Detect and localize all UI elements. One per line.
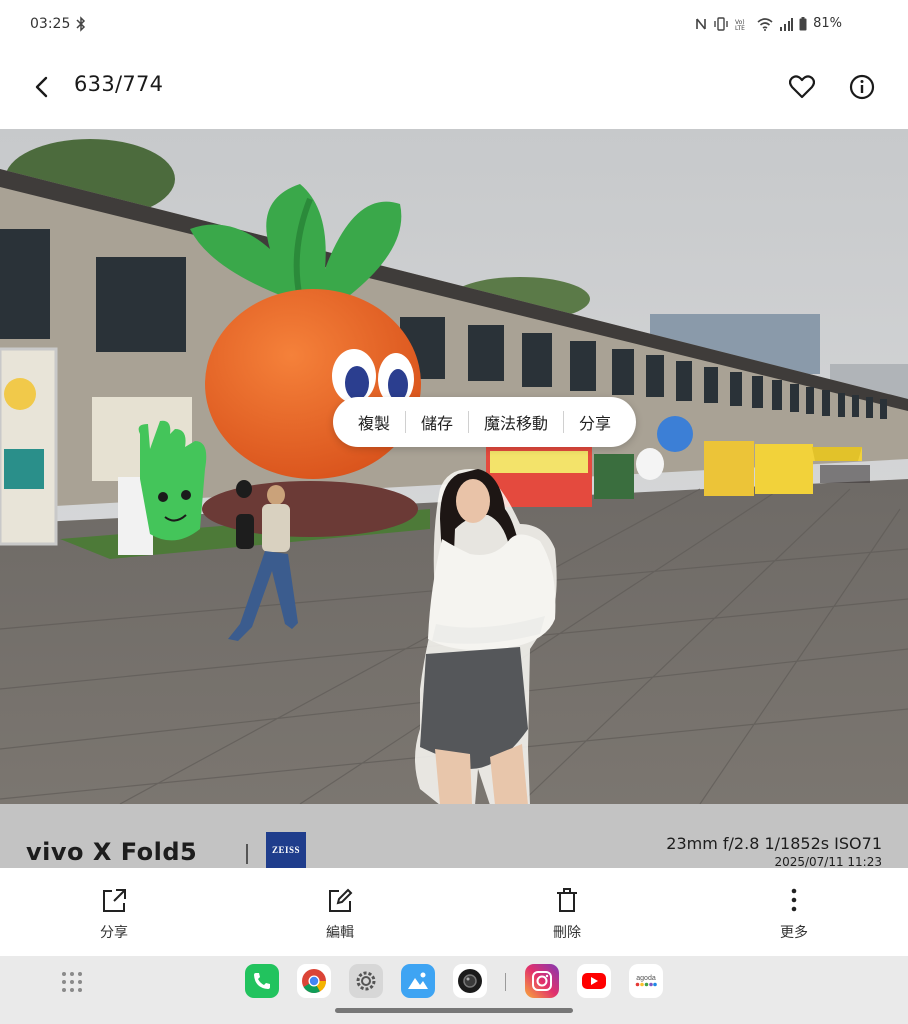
phone-app-icon[interactable] [245,964,279,998]
popup-save-button[interactable]: 儲存 [406,410,468,434]
lte-icon: Vo)LTE [735,19,745,31]
popup-magic-move-button[interactable]: 魔法移動 [469,410,563,434]
popup-share-button[interactable]: 分享 [564,410,626,434]
share-icon [103,889,126,912]
photo-counter: 633/774 [74,72,164,96]
agoda-app-icon[interactable]: agoda [629,964,663,998]
youtube-app-icon[interactable] [577,964,611,998]
watermark-datetime: 2025/07/11 11:23 [774,855,882,869]
back-arrow-icon [35,76,48,98]
zeiss-logo: ZEISS [266,832,306,868]
battery-icon [799,16,807,30]
delete-button[interactable]: 刪除 [527,886,607,942]
bluetooth-icon [76,16,86,32]
photo-viewer[interactable] [0,129,908,804]
share-button[interactable]: 分享 [74,886,154,942]
agoda-wordmark: agoda [636,975,656,982]
instagram-app-icon[interactable] [525,964,559,998]
camera-watermark: vivo X Fold5 ZEISS 23mm f/2.8 1/1852s IS… [0,804,908,869]
more-button[interactable]: 更多 [754,886,834,942]
edit-button[interactable]: 編輯 [300,886,380,942]
home-indicator[interactable] [335,1008,573,1013]
vibrate-icon [714,16,728,31]
heart-icon [789,75,815,99]
instagram-camera-icon [532,971,552,991]
taskbar: agoda [0,956,908,1024]
settings-app-icon[interactable] [349,964,383,998]
app-drawer-icon[interactable] [60,970,84,994]
delete-label: 刪除 [553,925,581,941]
watermark-divider [246,844,248,864]
camera-lens-icon [458,969,482,993]
mountain-photo-icon [408,972,428,989]
photo-image [0,129,908,804]
more-label: 更多 [780,925,808,941]
status-bar: 03:25 Vo) LTE 81% [0,0,908,50]
status-time: 03:25 [30,16,71,32]
context-popup-menu: 複製 儲存 魔法移動 分享 [333,397,636,447]
agoda-dots-icon [635,982,657,987]
nfc-icon [696,18,706,29]
info-icon [849,74,875,100]
gallery-app-icon[interactable] [401,964,435,998]
status-icons: Vo) LTE 81% [695,16,842,31]
edit-label: 編輯 [326,925,354,941]
watermark-brand: vivo X Fold5 [26,838,198,866]
signal-icon [780,17,794,31]
camera-app-icon[interactable] [453,964,487,998]
more-vertical-icon [791,888,797,912]
info-button[interactable] [845,70,879,104]
back-button[interactable] [26,72,56,102]
svg-text:LTE: LTE [735,25,745,31]
viewer-header: 633/774 [0,50,908,128]
trash-icon [557,888,577,912]
share-label: 分享 [100,925,128,941]
taskbar-divider [505,973,506,991]
favorite-button[interactable] [785,70,819,104]
phone-handset-icon [254,973,270,989]
watermark-specs: 23mm f/2.8 1/1852s ISO71 [666,834,882,853]
popup-copy-button[interactable]: 複製 [343,410,405,434]
wifi-icon [757,17,773,31]
battery-level: 81% [813,16,842,31]
chrome-logo-icon [302,969,326,994]
chrome-app-icon[interactable] [297,964,331,998]
play-button-icon [582,973,606,989]
bottom-action-bar: 分享 編輯 刪除 更多 [0,868,908,956]
edit-icon [329,888,353,912]
gear-icon [356,971,376,991]
